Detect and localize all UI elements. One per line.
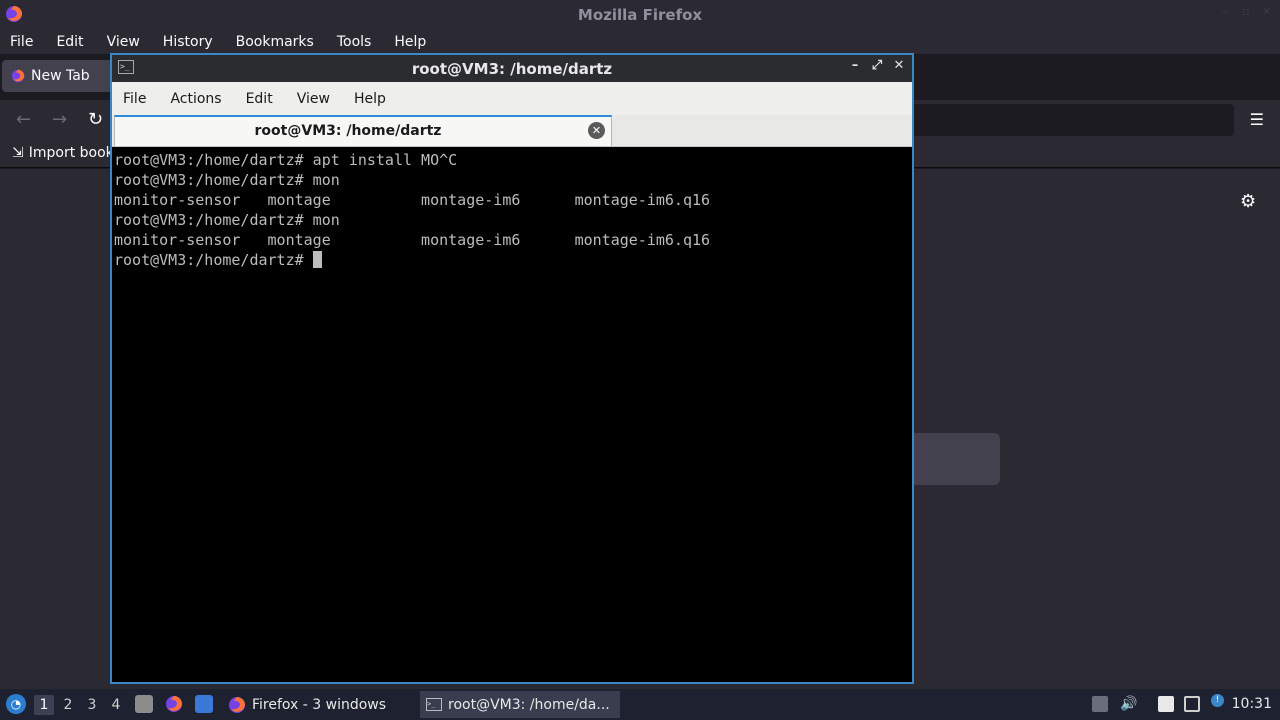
terminal-screen[interactable]: root@VM3:/home/dartz# apt install MO^C ro… bbox=[114, 150, 910, 682]
terminal-line: root@VM3:/home/dartz# mon bbox=[114, 211, 340, 229]
terminal-menu-help[interactable]: Help bbox=[354, 91, 386, 107]
desktop-launcher-icon[interactable] bbox=[195, 695, 213, 713]
terminal-window: >_ root@VM3: /home/dartz – ⤢ ✕ File Acti… bbox=[110, 53, 914, 684]
taskbar: ◔ 1 2 3 4 Firefox - 3 windows >_ root@VM… bbox=[0, 689, 1280, 720]
maximize-icon[interactable]: ⤢ bbox=[870, 58, 884, 73]
tab-new-tab[interactable]: New Tab bbox=[2, 60, 122, 92]
tab-label: New Tab bbox=[31, 68, 90, 84]
menu-help[interactable]: Help bbox=[394, 34, 426, 50]
terminal-tab[interactable]: root@VM3: /home/dartz ✕ bbox=[114, 115, 612, 146]
url-bar[interactable] bbox=[912, 104, 1234, 136]
taskbar-task-label: Firefox - 3 windows bbox=[252, 696, 387, 713]
forward-arrow-icon[interactable]: → bbox=[52, 110, 67, 130]
start-menu-icon[interactable]: ◔ bbox=[6, 694, 26, 714]
tray-up-arrow-icon[interactable] bbox=[1092, 696, 1108, 712]
text-cursor bbox=[312, 251, 322, 268]
firefox-menubar: File Edit View History Bookmarks Tools H… bbox=[0, 30, 1280, 54]
gear-icon[interactable]: ⚙ bbox=[1240, 191, 1256, 212]
workspace-4[interactable]: 4 bbox=[106, 695, 126, 715]
workspace-1[interactable]: 1 bbox=[34, 695, 54, 715]
terminal-tabbar: root@VM3: /home/dartz ✕ bbox=[112, 115, 912, 147]
terminal-task-icon: >_ bbox=[426, 698, 442, 711]
workspace-3[interactable]: 3 bbox=[82, 695, 102, 715]
network-icon[interactable] bbox=[1184, 696, 1200, 712]
file-manager-launcher-icon[interactable] bbox=[135, 695, 153, 713]
firefox-window-controls: – ▫ ✕ bbox=[1222, 6, 1272, 17]
terminal-line: root@VM3:/home/dartz# mon bbox=[114, 171, 340, 189]
clock[interactable]: 10:31 bbox=[1232, 696, 1272, 712]
clipboard-icon[interactable] bbox=[1158, 696, 1174, 712]
menu-file[interactable]: File bbox=[10, 34, 33, 50]
close-icon[interactable]: ✕ bbox=[1262, 6, 1272, 17]
volume-icon[interactable]: 🔊 bbox=[1120, 696, 1137, 712]
terminal-prompt-line: root@VM3:/home/dartz# bbox=[114, 250, 910, 270]
workspace-2[interactable]: 2 bbox=[58, 695, 78, 715]
taskbar-task-firefox[interactable]: Firefox - 3 windows bbox=[222, 691, 412, 718]
terminal-line: monitor-sensor montage montage-im6 monta… bbox=[114, 191, 711, 209]
terminal-menu-actions[interactable]: Actions bbox=[170, 91, 221, 107]
terminal-window-title: root@VM3: /home/dartz bbox=[411, 60, 613, 78]
terminal-menu-view[interactable]: View bbox=[297, 91, 330, 107]
newtab-search-box[interactable] bbox=[900, 433, 1000, 485]
reload-icon[interactable]: ↻ bbox=[88, 110, 103, 130]
terminal-titlebar[interactable]: >_ root@VM3: /home/dartz – ⤢ ✕ bbox=[112, 55, 912, 82]
back-arrow-icon[interactable]: ← bbox=[16, 110, 31, 130]
menu-tools[interactable]: Tools bbox=[337, 34, 372, 50]
minimize-icon[interactable]: – bbox=[1222, 6, 1232, 17]
menu-edit[interactable]: Edit bbox=[56, 34, 83, 50]
menu-history[interactable]: History bbox=[163, 34, 213, 50]
firefox-task-icon bbox=[229, 696, 245, 713]
firefox-tab-icon bbox=[11, 69, 25, 83]
maximize-icon[interactable]: ▫ bbox=[1242, 6, 1252, 17]
terminal-line: monitor-sensor montage montage-im6 monta… bbox=[114, 231, 711, 249]
terminal-prompt: root@VM3:/home/dartz# bbox=[114, 251, 313, 269]
taskbar-task-label: root@VM3: /home/da... bbox=[448, 696, 610, 713]
hamburger-menu-icon[interactable]: ☰ bbox=[1250, 110, 1264, 129]
import-icon: ⇲ bbox=[12, 145, 24, 161]
import-bookmarks-button[interactable]: ⇲ Import book bbox=[12, 145, 114, 161]
notification-icon[interactable]: ! bbox=[1211, 694, 1224, 707]
terminal-window-controls: – ⤢ ✕ bbox=[848, 58, 906, 73]
taskbar-task-terminal[interactable]: >_ root@VM3: /home/da... bbox=[420, 691, 620, 718]
terminal-menu-edit[interactable]: Edit bbox=[246, 91, 273, 107]
terminal-line: root@VM3:/home/dartz# apt install MO^C bbox=[114, 151, 458, 169]
close-icon[interactable]: ✕ bbox=[892, 58, 906, 73]
menu-view[interactable]: View bbox=[107, 34, 140, 50]
terminal-menubar: File Actions Edit View Help bbox=[112, 82, 912, 115]
terminal-tab-label: root@VM3: /home/dartz bbox=[254, 123, 442, 139]
import-bookmarks-label: Import book bbox=[28, 145, 114, 161]
firefox-window-title: Mozilla Firefox bbox=[577, 6, 703, 24]
terminal-menu-file[interactable]: File bbox=[123, 91, 146, 107]
firefox-titlebar: Mozilla Firefox – ▫ ✕ bbox=[0, 0, 1280, 30]
minimize-icon[interactable]: – bbox=[848, 58, 862, 73]
tab-close-icon[interactable]: ✕ bbox=[588, 122, 605, 139]
firefox-launcher-icon[interactable] bbox=[165, 695, 183, 713]
menu-bookmarks[interactable]: Bookmarks bbox=[236, 34, 314, 50]
